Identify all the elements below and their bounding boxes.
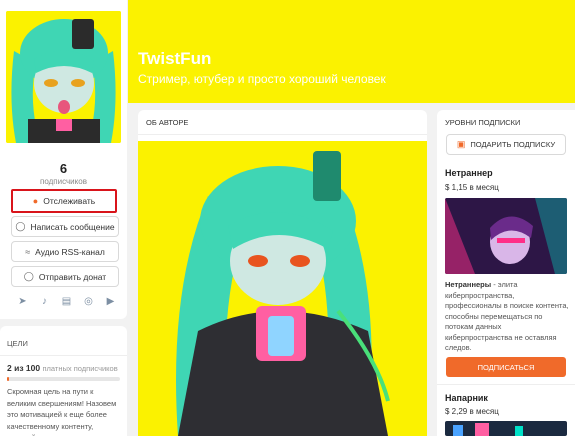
user-plus-icon: ●: [32, 196, 39, 206]
dollar-icon: ◯: [23, 271, 34, 281]
subscribe-button[interactable]: ПОДПИСАТЬСЯ: [446, 357, 566, 377]
tier-image: [445, 421, 567, 436]
profile-tagline: Стример, ютубер и просто хороший человек: [138, 72, 386, 86]
goals-progress-suffix: платных подписчиков: [42, 364, 118, 373]
goals-progress-count: 2 из 100: [7, 363, 41, 373]
tier-price: $ 2,29 в месяц: [445, 407, 499, 416]
message-button[interactable]: ◯ Написать сообщение: [11, 216, 119, 237]
follow-label: Отслеживать: [43, 196, 96, 206]
tier-description-text: - элита киберпространства, профессионалы…: [445, 280, 569, 352]
subscribers-label: подписчиков: [40, 177, 87, 186]
tiers-title: УРОВНИ ПОДПИСКИ: [445, 118, 521, 127]
avatar[interactable]: [6, 11, 121, 143]
rss-button[interactable]: ≈ Аудио RSS-канал: [11, 241, 119, 262]
tiktok-icon[interactable]: ♪: [39, 296, 50, 307]
tier-name: Нетраннер: [445, 168, 493, 178]
about-title: ОБ АВТОРЕ: [146, 118, 189, 127]
about-image: [138, 141, 427, 436]
donate-label: Отправить донат: [38, 271, 107, 282]
avatar-illustration: [6, 11, 121, 143]
tier-illustration: [445, 421, 567, 436]
web-icon[interactable]: ◎: [83, 296, 94, 307]
chat-icon: ◯: [15, 221, 26, 231]
tier-price: $ 1,15 в месяц: [445, 183, 499, 192]
rss-label: Аудио RSS-канал: [35, 246, 105, 257]
tier-description-lead: Нетраннеры: [445, 280, 492, 289]
gift-subscription-button[interactable]: ▣ ПОДАРИТЬ ПОДПИСКУ: [446, 134, 566, 155]
tier-name: Напарник: [445, 393, 488, 403]
tier-description: Нетраннеры - элита киберпространства, пр…: [445, 280, 570, 354]
tier-image: [445, 198, 567, 274]
profile-name: TwistFun: [138, 49, 212, 68]
divider: [138, 134, 427, 135]
divider: [0, 355, 127, 356]
twitch-icon[interactable]: ▤: [61, 296, 72, 307]
tiers-panel: УРОВНИ ПОДПИСКИ ▣ ПОДАРИТЬ ПОДПИСКУ Нетр…: [437, 110, 575, 436]
goals-progress: 2 из 100 платных подписчиков: [7, 363, 118, 373]
about-illustration: [138, 141, 427, 436]
tier-illustration: [445, 198, 567, 274]
goals-progress-bar: [7, 377, 120, 381]
social-links: ➤ ♪ ▤ ◎ ▶: [17, 296, 116, 307]
subscribers-count: 6: [59, 161, 68, 176]
about-panel: ОБ АВТОРЕ: [138, 110, 427, 436]
message-label: Написать сообщение: [30, 221, 115, 232]
gift-icon: ▣: [456, 139, 466, 149]
youtube-icon[interactable]: ▶: [105, 296, 116, 307]
profile-sidebar: 6 подписчиков ● Отслеживать ◯ Написать с…: [0, 0, 127, 319]
follow-button[interactable]: ● Отслеживать: [11, 189, 117, 213]
divider: [437, 384, 575, 385]
goals-progress-fill: [7, 377, 10, 381]
goals-title: ЦЕЛИ: [7, 339, 28, 348]
donate-button[interactable]: ◯ Отправить донат: [11, 266, 119, 287]
goals-description: Скромная цель на пути к великим свершени…: [7, 387, 118, 436]
rss-icon: ≈: [25, 246, 31, 257]
gift-label: ПОДАРИТЬ ПОДПИСКУ: [470, 140, 556, 149]
telegram-icon[interactable]: ➤: [17, 296, 28, 307]
goals-panel: ЦЕЛИ 2 из 100 платных подписчиков Скромн…: [0, 326, 127, 436]
